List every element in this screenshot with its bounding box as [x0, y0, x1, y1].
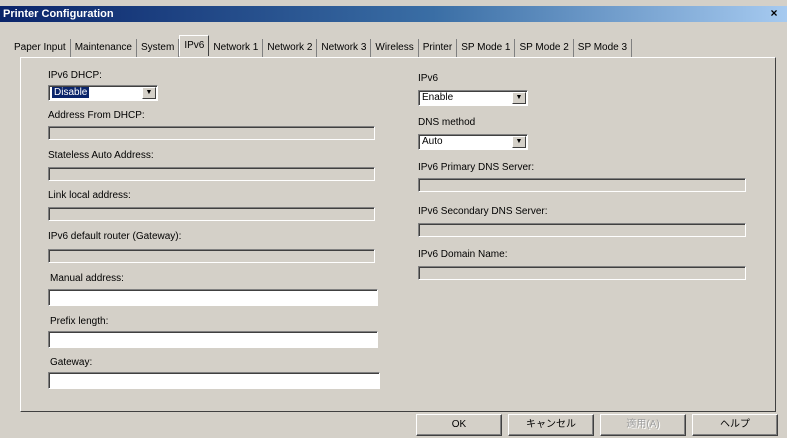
link-local-address-label: Link local address: — [48, 190, 131, 201]
manual-address-input[interactable] — [48, 289, 378, 306]
stateless-auto-address-label: Stateless Auto Address: — [48, 150, 154, 161]
manual-address-label: Manual address: — [50, 273, 124, 284]
tab-network-2[interactable]: Network 2 — [263, 39, 318, 57]
help-button[interactable]: ヘルプ — [692, 414, 778, 436]
cancel-button[interactable]: キャンセル — [508, 414, 594, 436]
ipv6-enable-value: Enable — [422, 92, 454, 103]
gateway-label: Gateway: — [50, 357, 93, 368]
printer-configuration-dialog: Printer Configuration × Paper Input Maint… — [0, 0, 787, 438]
ipv6-dhcp-label: IPv6 DHCP: — [48, 70, 102, 81]
chevron-down-icon[interactable]: ▼ — [512, 92, 526, 104]
secondary-dns-label: IPv6 Secondary DNS Server: — [418, 206, 548, 217]
dns-method-select[interactable]: Auto ▼ — [418, 134, 528, 150]
tab-sp-mode-1[interactable]: SP Mode 1 — [457, 39, 516, 57]
ipv6-enable-select[interactable]: Enable ▼ — [418, 90, 528, 106]
link-local-address-field — [48, 207, 375, 221]
tab-wireless[interactable]: Wireless — [371, 39, 419, 57]
title-bar: Printer Configuration × — [0, 6, 787, 22]
primary-dns-field — [418, 178, 746, 192]
tab-strip: Paper Input Maintenance System IPv6 Network … — [10, 35, 633, 57]
chevron-down-icon[interactable]: ▼ — [512, 136, 526, 148]
tab-system[interactable]: System — [137, 39, 180, 57]
prefix-length-label: Prefix length: — [50, 316, 109, 327]
tab-maintenance[interactable]: Maintenance — [71, 39, 137, 57]
prefix-length-input[interactable] — [48, 331, 378, 348]
tab-printer[interactable]: Printer — [419, 39, 458, 57]
dns-method-value: Auto — [422, 136, 443, 147]
gateway-input[interactable] — [48, 372, 380, 389]
secondary-dns-field — [418, 223, 746, 237]
tab-paper-input[interactable]: Paper Input — [10, 39, 71, 57]
domain-name-label: IPv6 Domain Name: — [418, 249, 508, 260]
ipv6-dhcp-select[interactable]: Disable ▼ — [48, 85, 158, 101]
ipv6-dhcp-value: Disable — [52, 87, 90, 98]
ok-button[interactable]: OK — [416, 414, 502, 436]
default-router-field — [48, 249, 375, 263]
default-router-label: IPv6 default router (Gateway): — [48, 231, 182, 242]
ipv6-enable-label: IPv6 — [418, 73, 439, 84]
tab-network-1[interactable]: Network 1 — [209, 39, 264, 57]
domain-name-field — [418, 266, 746, 280]
tab-sp-mode-2[interactable]: SP Mode 2 — [515, 39, 574, 57]
tab-ipv6[interactable]: IPv6 — [179, 35, 210, 56]
close-icon[interactable]: × — [767, 7, 781, 20]
stateless-auto-address-field — [48, 167, 375, 181]
address-from-dhcp-label: Address From DHCP: — [48, 110, 145, 121]
chevron-down-icon[interactable]: ▼ — [142, 87, 156, 99]
tab-sp-mode-3[interactable]: SP Mode 3 — [574, 39, 633, 57]
apply-button[interactable]: 適用(A) — [600, 414, 686, 436]
tab-network-3[interactable]: Network 3 — [317, 39, 372, 57]
address-from-dhcp-field — [48, 126, 375, 140]
dns-method-label: DNS method — [418, 117, 476, 128]
window-title: Printer Configuration — [3, 8, 114, 20]
primary-dns-label: IPv6 Primary DNS Server: — [418, 162, 535, 173]
